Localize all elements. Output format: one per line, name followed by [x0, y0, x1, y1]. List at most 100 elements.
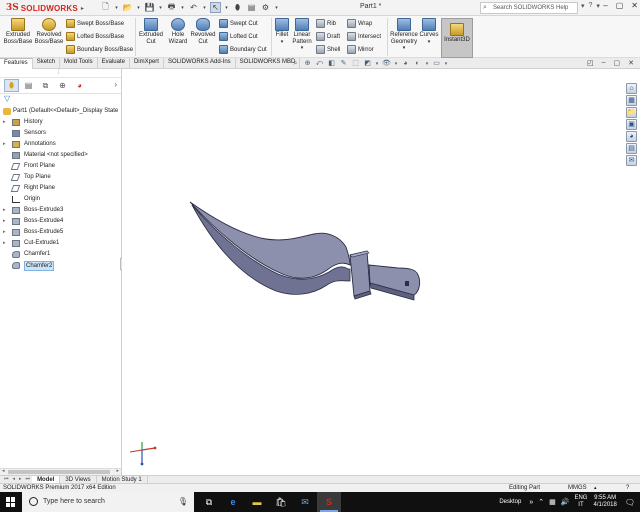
- tab-last-icon[interactable]: ⏭: [24, 476, 33, 483]
- tree-item[interactable]: ▸ History: [0, 117, 121, 128]
- tab-motion-study-1[interactable]: Motion Study 1: [97, 476, 148, 483]
- undo-icon[interactable]: ↶: [188, 2, 199, 13]
- design-library-icon[interactable]: ▦: [626, 95, 637, 106]
- scroll-left-icon[interactable]: ◂: [2, 468, 5, 474]
- undo-dropdown-icon[interactable]: ▾: [202, 2, 207, 13]
- status-help-icon[interactable]: ?: [626, 484, 629, 492]
- expand-arrow-icon[interactable]: ▸: [3, 216, 6, 227]
- lofted-boss-button[interactable]: Lofted Boss/Base: [66, 32, 124, 41]
- view-palette-icon[interactable]: ▣: [626, 119, 637, 130]
- edge-browser-icon[interactable]: e: [221, 492, 245, 512]
- viewport-minimize-icon[interactable]: –: [602, 59, 606, 67]
- viewport-maximize-icon[interactable]: ▢: [614, 59, 621, 67]
- action-center-icon[interactable]: 🗨: [625, 498, 635, 507]
- tab-dimxpert[interactable]: DimXpert: [130, 58, 164, 69]
- tree-root-part[interactable]: Part1 (Default<<Default>_Display State: [0, 106, 121, 117]
- show-hidden-icons-icon[interactable]: ⌃: [538, 498, 544, 506]
- file-properties-icon[interactable]: ▤: [246, 2, 257, 13]
- revolved-boss-button[interactable]: Revolved Boss/Base: [34, 18, 64, 45]
- manager-scroll-right-icon[interactable]: ›: [114, 80, 117, 89]
- tab-features[interactable]: Features: [0, 58, 33, 69]
- taskbar-search-box[interactable]: Type here to search 🎙: [22, 492, 194, 512]
- options-dropdown-icon[interactable]: ▾: [274, 2, 279, 13]
- configurationmanager-icon[interactable]: ⧉: [38, 79, 53, 92]
- fillet-button[interactable]: Fillet ▾: [273, 18, 291, 45]
- tree-item[interactable]: ▸ Boss-Extrude3: [0, 205, 121, 216]
- open-dropdown-icon[interactable]: ▾: [136, 2, 141, 13]
- linear-pattern-button[interactable]: Linear Pattern ▾: [291, 18, 313, 52]
- units-up-icon[interactable]: ▴: [594, 484, 597, 492]
- hide-show-items-icon[interactable]: 👁: [382, 60, 391, 68]
- save-dropdown-icon[interactable]: ▾: [158, 2, 163, 13]
- custom-properties-icon[interactable]: ▤: [626, 143, 637, 154]
- rebuild-traffic-light-icon[interactable]: ⬮: [232, 2, 243, 13]
- apply-scene-icon[interactable]: ◐: [413, 60, 422, 68]
- tree-item[interactable]: Material <not specified>: [0, 150, 121, 161]
- mirror-button[interactable]: Mirror: [347, 45, 374, 54]
- previous-view-icon[interactable]: ⤺: [315, 60, 324, 68]
- print-dropdown-icon[interactable]: ▾: [180, 2, 185, 13]
- intersect-button[interactable]: Intersect: [347, 32, 381, 41]
- linear-pattern-dropdown-icon[interactable]: ▾: [291, 45, 313, 52]
- appearances-scenes-icon[interactable]: ◕: [626, 131, 637, 142]
- featuremanager-tree-icon[interactable]: ⬮: [4, 79, 19, 92]
- shell-button[interactable]: Shell: [316, 45, 340, 54]
- expand-arrow-icon[interactable]: ▸: [3, 117, 6, 128]
- network-icon[interactable]: ▦: [549, 498, 556, 506]
- expand-arrow-icon[interactable]: ▸: [3, 139, 6, 150]
- microphone-icon[interactable]: 🎙: [178, 492, 188, 512]
- select-dropdown-icon[interactable]: ▾: [224, 2, 229, 13]
- close-button[interactable]: ✕: [631, 1, 638, 10]
- extruded-boss-button[interactable]: Extruded Boss/Base: [3, 18, 33, 45]
- tree-horizontal-scrollbar[interactable]: ◂ ▸: [0, 468, 121, 475]
- tree-item[interactable]: ▸ Annotations: [0, 139, 121, 150]
- tab-model[interactable]: Model: [32, 476, 61, 483]
- swept-cut-button[interactable]: Swept Cut: [219, 19, 258, 28]
- extruded-cut-button[interactable]: Extruded Cut: [137, 18, 165, 45]
- view-settings-icon[interactable]: ▭: [432, 60, 441, 68]
- zoom-to-fit-icon[interactable]: ⌕: [291, 60, 300, 68]
- hide-show-dropdown-icon[interactable]: ▾: [394, 60, 398, 68]
- solidworks-resources-icon[interactable]: ⌂: [626, 83, 637, 94]
- lofted-cut-button[interactable]: Lofted Cut: [219, 32, 258, 41]
- tree-item[interactable]: Top Plane: [0, 172, 121, 183]
- task-view-icon[interactable]: ⧉: [197, 492, 221, 512]
- select-pointer-icon[interactable]: ↖: [210, 2, 221, 13]
- solidworks-taskbar-icon[interactable]: S: [317, 492, 341, 512]
- maximize-button[interactable]: ▢: [616, 1, 624, 10]
- search-dropdown-icon[interactable]: ▾: [581, 2, 585, 10]
- view-orientation-icon[interactable]: ⬚: [351, 60, 360, 68]
- tree-item[interactable]: ▸ Boss-Extrude5: [0, 227, 121, 238]
- tab-solidworks-add-ins[interactable]: SOLIDWORKS Add-Ins: [164, 58, 236, 69]
- swept-boss-button[interactable]: Swept Boss/Base: [66, 19, 124, 28]
- desktop-toolbar-label[interactable]: Desktop: [499, 499, 521, 505]
- open-folder-icon[interactable]: 📂: [122, 2, 133, 13]
- scroll-thumb[interactable]: [8, 470, 110, 474]
- tab-mold-tools[interactable]: Mold Tools: [60, 58, 98, 69]
- input-language-indicator[interactable]: ENG IT: [574, 495, 587, 509]
- displaymanager-icon[interactable]: ◕: [72, 79, 87, 92]
- zoom-to-area-icon[interactable]: ⊕: [303, 60, 312, 68]
- tree-item[interactable]: Chamfer2: [0, 260, 121, 271]
- panel-grip[interactable]: ⁞: [0, 69, 121, 78]
- display-style-dropdown-icon[interactable]: ▾: [375, 60, 379, 68]
- new-dropdown-icon[interactable]: ▾: [114, 2, 119, 13]
- file-explorer-taskbar-icon[interactable]: ▬: [245, 492, 269, 512]
- curves-button[interactable]: Curves ▾: [419, 18, 439, 45]
- tab-sketch[interactable]: Sketch: [33, 58, 61, 69]
- start-button[interactable]: [0, 492, 22, 512]
- hole-wizard-button[interactable]: Hole Wizard: [165, 18, 191, 45]
- revolved-cut-button[interactable]: Revolved Cut: [190, 18, 216, 45]
- help-search-input[interactable]: ⌕ Search SOLIDWORKS Help: [480, 2, 578, 14]
- instant3d-button[interactable]: Instant3D: [441, 18, 473, 58]
- apply-scene-dropdown-icon[interactable]: ▾: [425, 60, 429, 68]
- draft-button[interactable]: Draft: [316, 32, 340, 41]
- system-clock[interactable]: 9:55 AM 4/1/2018: [593, 495, 616, 509]
- expand-arrow-icon[interactable]: ▸: [3, 238, 6, 249]
- tree-item[interactable]: Right Plane: [0, 183, 121, 194]
- unit-system-selector[interactable]: MMGS: [568, 484, 587, 492]
- reference-geometry-dropdown-icon[interactable]: ▾: [389, 45, 419, 52]
- save-icon[interactable]: 💾: [144, 2, 155, 13]
- tab-first-icon[interactable]: ⏮: [2, 476, 11, 483]
- solidworks-forum-icon[interactable]: ✉: [626, 155, 637, 166]
